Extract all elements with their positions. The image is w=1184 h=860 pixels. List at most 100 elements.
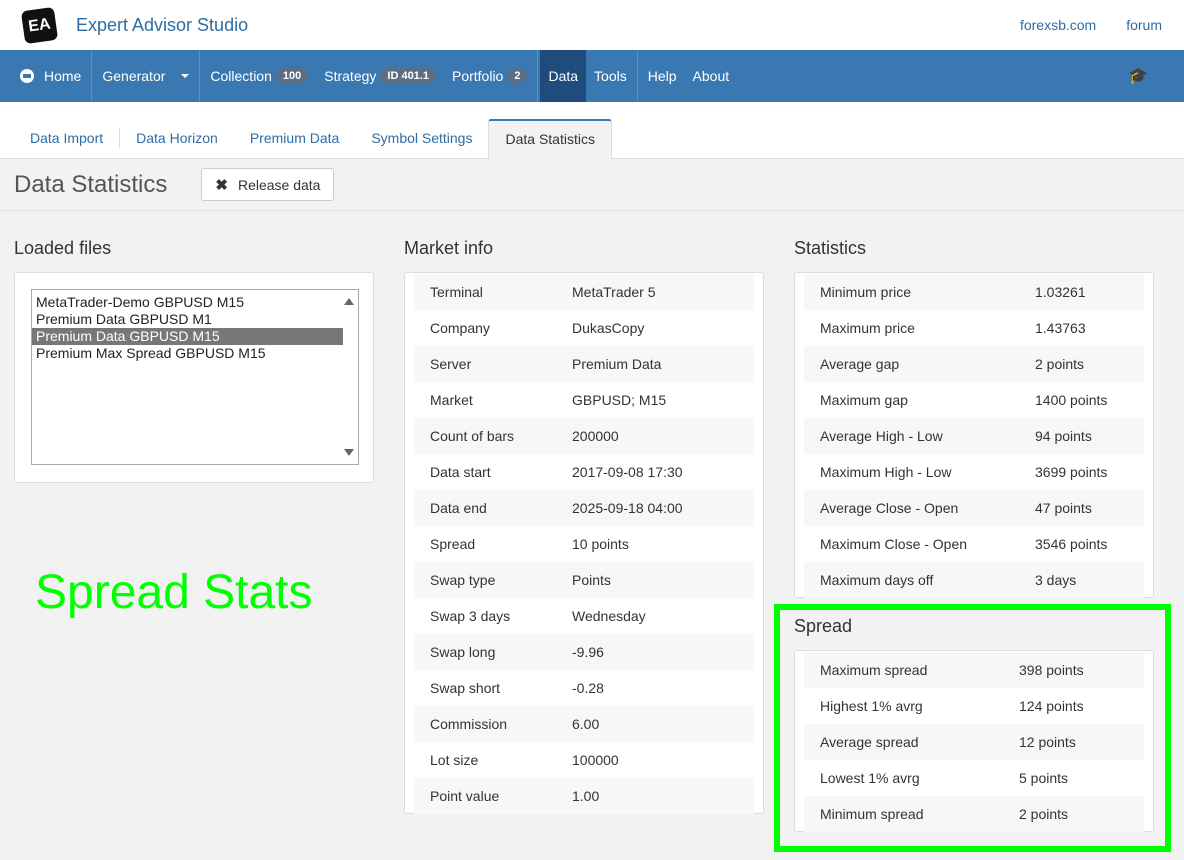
row-value: 200000: [572, 418, 754, 454]
nav-help[interactable]: Help: [640, 50, 685, 102]
list-item[interactable]: MetaTrader-Demo GBPUSD M15: [32, 294, 343, 311]
row-label: Company: [430, 320, 490, 336]
scroll-up-icon[interactable]: [344, 298, 354, 305]
tab-symbol-settings[interactable]: Symbol Settings: [355, 120, 488, 158]
row-value: 2025-09-18 04:00: [572, 490, 754, 526]
main-nav: Home Generator Collection 100 Strategy I…: [0, 50, 1184, 102]
list-item-selected[interactable]: Premium Data GBPUSD M15: [32, 328, 343, 345]
collection-count-badge: 100: [275, 68, 309, 84]
page-title: Data Statistics: [14, 170, 168, 198]
row-value: -0.28: [572, 680, 604, 696]
row-label: Swap short: [430, 680, 501, 696]
graduation-cap-icon[interactable]: 🎓: [1128, 50, 1148, 102]
nav-data[interactable]: Data: [540, 50, 587, 102]
table-row: Terminal MetaTrader 5: [414, 274, 754, 310]
row-value: 2017-09-08 17:30: [572, 464, 683, 480]
row-label: Swap type: [414, 562, 572, 598]
nav-portfolio[interactable]: Portfolio 2: [444, 50, 535, 102]
portfolio-count-badge: 2: [507, 68, 528, 84]
row-value: Wednesday: [572, 608, 646, 624]
close-icon: ✖: [215, 176, 228, 194]
row-value: 94 points: [1035, 418, 1144, 454]
row-label: Data end: [414, 490, 572, 526]
market-info-title: Market info: [404, 238, 494, 258]
row-label: Average Close - Open: [804, 490, 1035, 526]
table-row: Average High - Low 94 points: [804, 418, 1144, 454]
loaded-files-panel: MetaTrader-Demo GBPUSD M15 Premium Data …: [14, 272, 374, 483]
nav-home-label: Home: [44, 68, 82, 84]
table-row: Point value 1.00: [414, 778, 754, 814]
table-row: Maximum Close - Open 3546 points: [804, 526, 1144, 562]
row-label: Point value: [414, 778, 572, 814]
top-links: forexsb.com forum: [1020, 17, 1162, 33]
row-label: Minimum price: [804, 274, 1035, 310]
table-row: Commission 6.00: [414, 706, 754, 742]
table-row: Count of bars 200000: [414, 418, 754, 454]
table-row: Average gap 2 points: [804, 346, 1144, 382]
nav-divider: [199, 50, 201, 102]
nav-portfolio-label: Portfolio: [451, 68, 504, 84]
statistics-title: Statistics: [794, 238, 867, 258]
spread-highlight-box: [774, 604, 1171, 852]
market-info-table: Terminal MetaTrader 5 Company DukasCopy Serv…: [414, 274, 754, 814]
app-logo[interactable]: EA: [20, 6, 59, 44]
row-value: 100000: [572, 752, 619, 768]
table-row: Minimum price 1.03261: [804, 274, 1144, 310]
table-row: Server Premium Data: [414, 346, 754, 382]
table-row: Swap 3 days Wednesday: [414, 598, 754, 634]
nav-tools[interactable]: Tools: [586, 50, 635, 102]
list-item[interactable]: Premium Max Spread GBPUSD M15: [32, 345, 343, 362]
back-arrow-icon: [20, 69, 34, 83]
row-label: Data start: [430, 464, 491, 480]
nav-about[interactable]: About: [685, 50, 738, 102]
tab-premium-data[interactable]: Premium Data: [234, 120, 355, 158]
row-value: 3 days: [1035, 562, 1144, 598]
statistics-table: Minimum price 1.03261 Maximum price 1.43763…: [804, 274, 1144, 598]
tab-data-import[interactable]: Data Import: [14, 120, 119, 158]
table-row: Swap long -9.96: [414, 634, 754, 670]
row-value: DukasCopy: [572, 320, 645, 336]
list-item[interactable]: Premium Data GBPUSD M1: [32, 311, 343, 328]
table-row: Maximum price 1.43763: [804, 310, 1144, 346]
scroll-down-icon[interactable]: [344, 449, 354, 456]
row-label: Maximum High - Low: [820, 464, 952, 480]
row-label: Maximum price: [820, 320, 915, 336]
table-row: Average Close - Open 47 points: [804, 490, 1144, 526]
row-label: Market: [430, 392, 473, 408]
row-label: Maximum days off: [804, 562, 1035, 598]
table-row: Market GBPUSD; M15: [414, 382, 754, 418]
nav-collection[interactable]: Collection 100: [202, 50, 316, 102]
market-info-panel: Terminal MetaTrader 5 Company DukasCopy Serv…: [404, 272, 764, 814]
row-label: Maximum gap: [820, 392, 908, 408]
table-row: Data end 2025-09-18 04:00: [414, 490, 754, 526]
file-items: MetaTrader-Demo GBPUSD M15 Premium Data …: [32, 290, 358, 362]
app-title[interactable]: Expert Advisor Studio: [76, 15, 248, 36]
row-value: MetaTrader 5: [572, 274, 754, 310]
release-data-button[interactable]: ✖ Release data: [201, 168, 335, 201]
nav-divider: [636, 50, 638, 102]
loaded-files-list[interactable]: MetaTrader-Demo GBPUSD M15 Premium Data …: [31, 289, 359, 465]
nav-strategy[interactable]: Strategy ID 401.1: [316, 50, 444, 102]
table-row: Data start 2017-09-08 17:30: [414, 454, 754, 490]
row-value: GBPUSD; M15: [572, 392, 667, 408]
row-label: Maximum Close - Open: [820, 536, 968, 552]
forexsb-link[interactable]: forexsb.com: [1020, 17, 1096, 33]
row-label: Average gap: [804, 346, 1035, 382]
row-label: Average High - Low: [804, 418, 1035, 454]
row-value: 1.00: [572, 778, 754, 814]
row-value: 1.03261: [1035, 274, 1144, 310]
nav-home[interactable]: Home: [12, 50, 89, 102]
chevron-down-icon[interactable]: [181, 74, 190, 78]
strategy-id-badge: ID 401.1: [380, 68, 436, 84]
tab-data-statistics[interactable]: Data Statistics: [488, 119, 612, 159]
nav-generator[interactable]: Generator: [94, 50, 197, 102]
table-row: Maximum days off 3 days: [804, 562, 1144, 598]
table-row: Company DukasCopy: [414, 310, 754, 346]
row-label: Swap 3 days: [430, 608, 511, 624]
row-value: 1.43763: [1035, 320, 1086, 336]
table-row: Swap short -0.28: [414, 670, 754, 706]
loaded-files-title: Loaded files: [14, 238, 112, 258]
tab-data-horizon[interactable]: Data Horizon: [120, 120, 234, 158]
forum-link[interactable]: forum: [1126, 17, 1162, 33]
row-value: 2 points: [1035, 346, 1144, 382]
